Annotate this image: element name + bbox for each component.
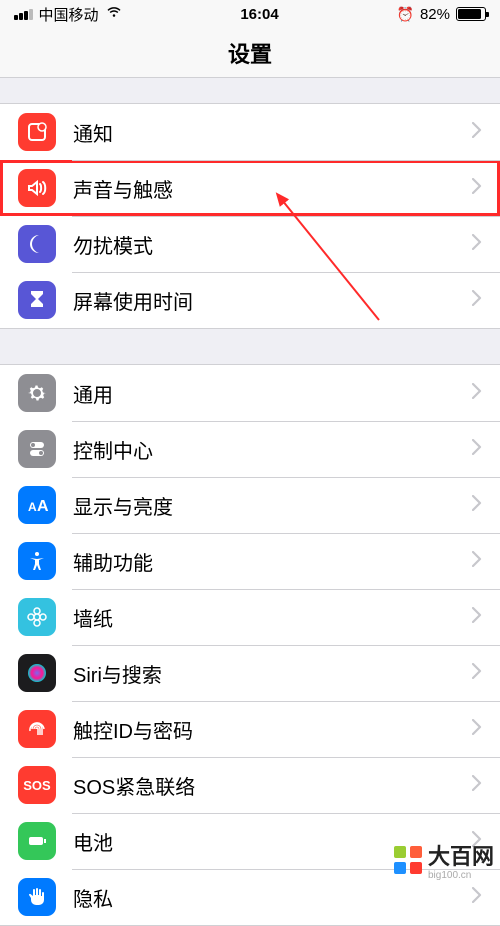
watermark: 大百网 big100.cn — [394, 839, 494, 881]
chevron-right-icon — [472, 383, 482, 404]
settings-row-screentime[interactable]: 屏幕使用时间 — [0, 272, 500, 328]
chevron-right-icon — [472, 439, 482, 460]
chevron-right-icon — [472, 775, 482, 796]
siri-icon — [18, 654, 56, 692]
row-label: 墙纸 — [73, 603, 472, 632]
settings-row-notifications[interactable]: 通知 — [0, 104, 500, 160]
row-label: 屏幕使用时间 — [73, 286, 472, 315]
chevron-right-icon — [472, 234, 482, 255]
row-label: 通用 — [73, 379, 472, 408]
accessibility-icon — [18, 542, 56, 580]
row-label: Siri与搜索 — [73, 659, 472, 688]
settings-row-sos[interactable]: SOS SOS紧急联络 — [0, 757, 500, 813]
chevron-right-icon — [472, 887, 482, 908]
moon-icon — [18, 225, 56, 263]
battery-icon — [18, 822, 56, 860]
row-label: 触控ID与密码 — [73, 715, 472, 744]
group-gap — [0, 329, 500, 364]
hourglass-icon — [18, 281, 56, 319]
row-label: SOS紧急联络 — [73, 771, 472, 800]
hand-icon — [18, 878, 56, 916]
sos-icon: SOS — [18, 766, 56, 804]
settings-row-control[interactable]: 控制中心 — [0, 421, 500, 477]
fingerprint-icon — [18, 710, 56, 748]
wifi-icon — [105, 3, 123, 26]
settings-group: 通知声音与触感勿扰模式屏幕使用时间 — [0, 103, 500, 329]
group-gap — [0, 78, 500, 103]
watermark-logo-icon — [394, 846, 422, 874]
settings-row-accessibility[interactable]: 辅助功能 — [0, 533, 500, 589]
settings-row-siri[interactable]: Siri与搜索 — [0, 645, 500, 701]
row-label: 辅助功能 — [73, 547, 472, 576]
status-left: 中国移动 — [14, 3, 123, 26]
clock: 16:04 — [240, 6, 278, 23]
signal-icon — [14, 9, 33, 20]
row-label: 声音与触感 — [73, 174, 472, 203]
watermark-brand: 大百网 — [428, 839, 494, 871]
switches-icon — [18, 430, 56, 468]
chevron-right-icon — [472, 551, 482, 572]
sound-icon — [18, 169, 56, 207]
settings-row-display[interactable]: AA 显示与亮度 — [0, 477, 500, 533]
page-title: 设置 — [0, 28, 500, 78]
chevron-right-icon — [472, 290, 482, 311]
chevron-right-icon — [472, 122, 482, 143]
settings-row-wallpaper[interactable]: 墙纸 — [0, 589, 500, 645]
settings-row-sound[interactable]: 声音与触感 — [0, 160, 500, 216]
row-label: 勿扰模式 — [73, 230, 472, 259]
status-right: ⏰ 82% — [397, 6, 486, 23]
row-label: 通知 — [73, 118, 472, 147]
chevron-right-icon — [472, 663, 482, 684]
chevron-right-icon — [472, 607, 482, 628]
settings-row-dnd[interactable]: 勿扰模式 — [0, 216, 500, 272]
battery-icon — [456, 7, 486, 21]
carrier-label: 中国移动 — [39, 4, 99, 25]
settings-row-general[interactable]: 通用 — [0, 365, 500, 421]
battery-pct: 82% — [420, 6, 450, 23]
watermark-url: big100.cn — [428, 871, 494, 881]
gear-icon — [18, 374, 56, 412]
chevron-right-icon — [472, 178, 482, 199]
row-label: 控制中心 — [73, 435, 472, 464]
alarm-icon: ⏰ — [397, 6, 414, 23]
chevron-right-icon — [472, 495, 482, 516]
notification-icon — [18, 113, 56, 151]
text-size-icon: AA — [18, 486, 56, 524]
settings-row-touchid[interactable]: 触控ID与密码 — [0, 701, 500, 757]
chevron-right-icon — [472, 719, 482, 740]
status-bar: 中国移动 16:04 ⏰ 82% — [0, 0, 500, 28]
row-label: 显示与亮度 — [73, 491, 472, 520]
svg-text:A: A — [37, 498, 49, 515]
svg-text:A: A — [28, 500, 37, 514]
flower-icon — [18, 598, 56, 636]
